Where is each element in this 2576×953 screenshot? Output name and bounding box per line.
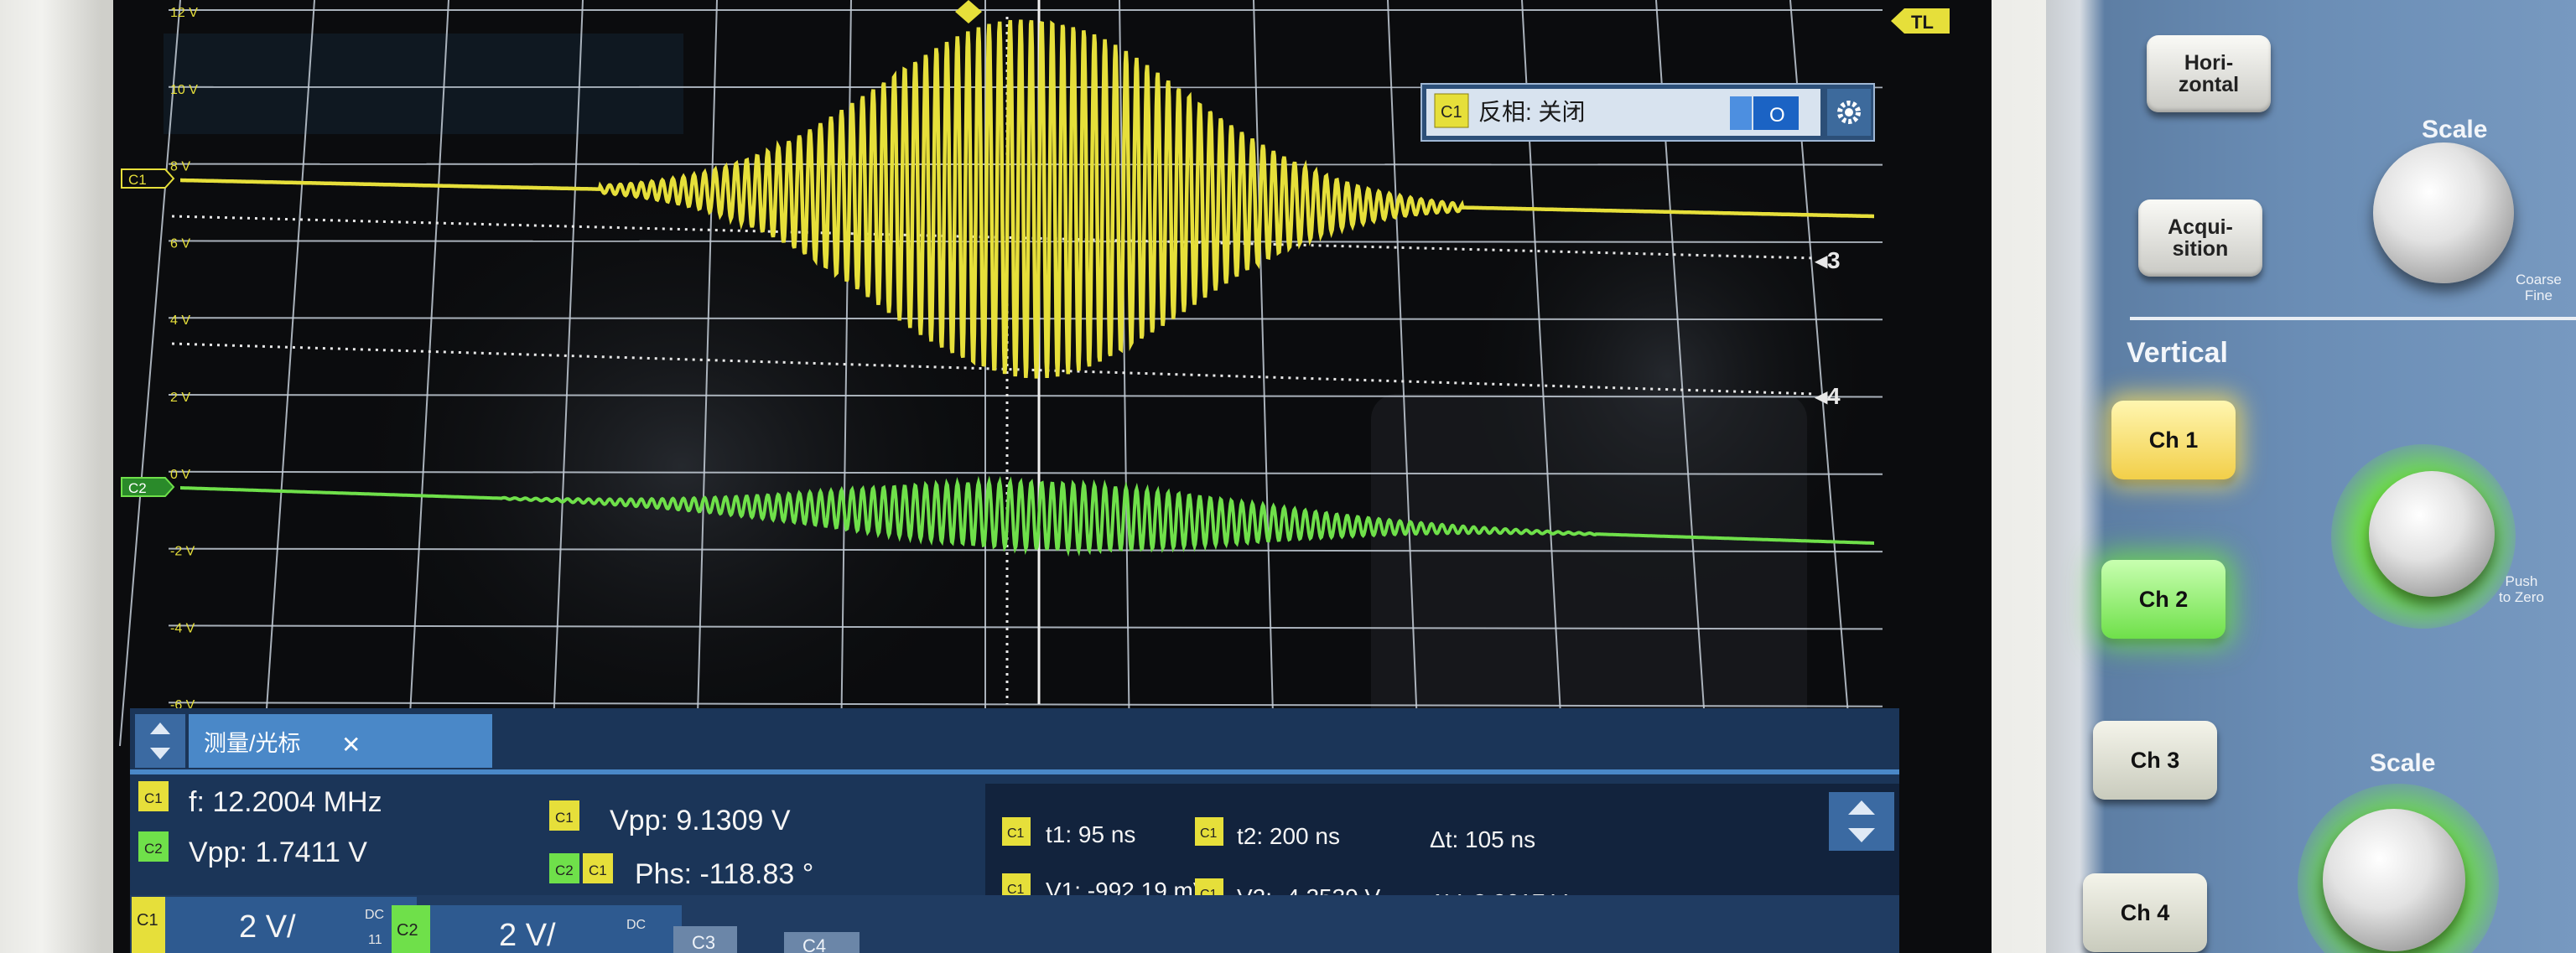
toggle-state: O (1769, 104, 1785, 127)
c3-tab-label: C3 (692, 932, 715, 953)
horizontal-scale-knob[interactable] (2373, 142, 2514, 283)
frequency-readout: f: 12.2004 MHz (189, 786, 382, 818)
freq-chip-label: C1 (144, 790, 163, 806)
dt-readout: Δt: 105 ns (1430, 826, 1535, 852)
push-to-zero-label: Push to Zero (2499, 573, 2544, 605)
c1-channel-tab[interactable]: C1 2 V/ DC 11 (132, 897, 417, 953)
cursor-h3-marker[interactable]: ◂3 (1815, 247, 1841, 273)
section-divider (2130, 317, 2576, 320)
y-axis-label: -2 V (170, 545, 195, 559)
measure-tab[interactable]: 测量/光标 ✕ (189, 714, 492, 768)
phase-chip-c2-label: C2 (555, 862, 574, 878)
scale-label-bottom: Scale (2370, 749, 2436, 777)
t1-readout: t1: 95 ns (1046, 821, 1135, 847)
phase-chip-c1-label: C1 (589, 862, 607, 878)
y-axis-label: 0 V (170, 468, 190, 482)
c1-vpp-readout: Vpp: 9.1309 V (610, 805, 791, 836)
y-axis-label: 10 V (170, 83, 198, 97)
t1-chip-label: C1 (1007, 826, 1025, 841)
scale-label-top: Scale (2422, 116, 2488, 143)
ch2-button[interactable]: Ch 2 (2101, 560, 2225, 639)
measure-tab-label: 测量/光标 (204, 731, 301, 756)
cursor-scroll-button[interactable] (1829, 792, 1894, 851)
ch4-button[interactable]: Ch 4 (2083, 873, 2207, 952)
tl-marker-label: TL (1911, 12, 1934, 33)
inverse-toggle[interactable]: O (1730, 96, 1799, 130)
grid-h-line (168, 163, 1883, 166)
c3-channel-tab[interactable]: C3 (673, 926, 737, 953)
y-axis-label: 8 V (170, 160, 190, 174)
c2-vpp-chip-label: C2 (144, 841, 163, 857)
c1-marker-label: C1 (128, 172, 147, 188)
close-icon[interactable]: ✕ (341, 732, 361, 758)
panel-scroll-button[interactable] (135, 714, 185, 768)
c2-tab-label: C2 (397, 921, 418, 940)
horizontal-button[interactable]: Hori- zontal (2147, 35, 2271, 112)
oscilloscope-screen: ◂3◂412 12 V10 V8 V6 V4 V2 V0 V-2 V-4 V-6… (113, 0, 1992, 953)
c4-tab-label: C4 (802, 935, 826, 953)
c2-coupling: DC (626, 918, 646, 932)
inverse-label: 反相: 关闭 (1478, 99, 1586, 125)
c1-coupling: DC (365, 908, 384, 922)
c1-extra: 11 (368, 933, 382, 947)
coarse-fine-label: Coarse Fine (2516, 272, 2562, 303)
vertical-section-label: Vertical (2127, 337, 2228, 369)
y-axis-label: 2 V (170, 391, 190, 405)
vertical-position-knob[interactable] (2369, 471, 2495, 597)
cursor-h4-marker[interactable]: ◂4 (1815, 383, 1841, 409)
c2-scale: 2 V/ (499, 918, 556, 953)
c1-vpp-chip-label: C1 (555, 810, 574, 826)
front-panel: Hori- zontal Acqui- sition Scale Coarse … (2046, 0, 2576, 953)
reflection-phone (1371, 394, 1807, 746)
c2-vpp-readout: Vpp: 1.7411 V (189, 836, 367, 868)
c1-scale: 2 V/ (239, 909, 296, 945)
y-axis-label: 12 V (170, 6, 198, 20)
oscilloscope-photo: ◂3◂412 12 V10 V8 V6 V4 V2 V0 V-2 V-4 V-6… (0, 0, 2576, 953)
ch1-button[interactable]: Ch 1 (2111, 401, 2236, 479)
channel-bar: C1 2 V/ DC 11 C2 2 V/ DC C3 C4 (130, 895, 1899, 953)
y-axis-label: -4 V (170, 621, 195, 635)
c4-channel-tab[interactable]: C4 (784, 932, 860, 953)
c2-channel-tab[interactable]: C2 2 V/ DC (392, 905, 682, 953)
t2-chip-label: C1 (1200, 826, 1218, 841)
c2-marker[interactable]: C2 (121, 477, 175, 497)
reflection-window (164, 34, 683, 134)
acquisition-button[interactable]: Acqui- sition (2138, 199, 2262, 277)
inverse-dialog[interactable]: C1 反相: 关闭 O (1420, 83, 1875, 142)
phase-readout: Phs: -118.83 ° (635, 858, 813, 890)
waveform-display: ◂3◂412 12 V10 V8 V6 V4 V2 V0 V-2 V-4 V-6… (113, 0, 1992, 953)
inverse-channel-label: C1 (1441, 103, 1462, 122)
ch3-button[interactable]: Ch 3 (2093, 721, 2217, 800)
y-axis-label: 6 V (170, 236, 190, 251)
c1-tab-label: C1 (137, 911, 158, 930)
vertical-scale-knob[interactable] (2323, 809, 2465, 951)
y-axis-label: 4 V (170, 313, 190, 328)
c2-marker-label: C2 (128, 480, 147, 496)
v1-chip-label: C1 (1007, 883, 1025, 897)
t2-readout: t2: 200 ns (1237, 823, 1340, 849)
c1-marker[interactable]: C1 (121, 168, 175, 189)
gear-icon[interactable] (1827, 89, 1871, 136)
